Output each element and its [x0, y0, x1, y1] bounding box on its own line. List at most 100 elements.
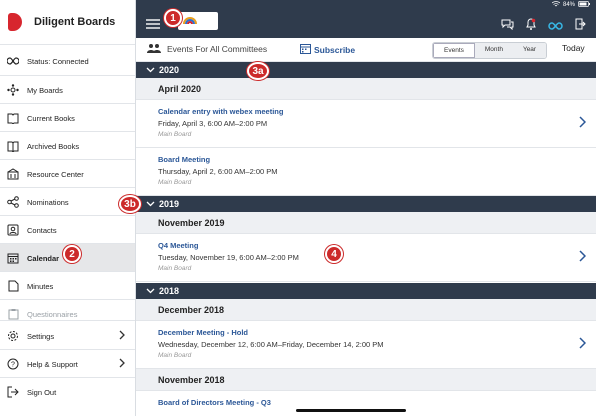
infinity-icon — [7, 55, 19, 67]
battery-icon — [578, 1, 590, 9]
event-board: Main Board — [158, 265, 192, 272]
wifi-icon — [551, 1, 561, 9]
gear-icon — [7, 330, 19, 342]
sidebar-item-resource-center[interactable]: Resource Center — [0, 160, 135, 188]
month-header: April 2020 — [136, 78, 596, 100]
event-title: Board of Directors Meeting - Q3 — [158, 398, 271, 407]
event-time: Friday, April 3, 6:00 AM–2:00 PM — [158, 119, 268, 128]
sign-out-icon — [7, 386, 19, 398]
sidebar-item-minutes[interactable]: Minutes — [0, 272, 135, 300]
year-header-2020[interactable]: 2020 — [136, 62, 596, 78]
exit-icon[interactable] — [575, 17, 586, 35]
sidebar-item-settings[interactable]: Settings — [0, 322, 135, 350]
view-switcher: Events Month Year — [432, 42, 548, 59]
event-title: Q4 Meeting — [158, 241, 199, 250]
sidebar-item-label: Questionnaires — [27, 309, 78, 319]
sidebar: Diligent Boards Status: Connected My Boa… — [0, 0, 136, 416]
view-year-button[interactable]: Year — [512, 43, 547, 58]
event-title: December Meeting - Hold — [158, 328, 249, 337]
view-events-button[interactable]: Events — [433, 43, 475, 58]
year-header-2019[interactable]: 2019 — [136, 196, 596, 212]
event-row[interactable]: Q4 Meeting Tuesday, November 19, 6:00 AM… — [136, 234, 596, 282]
sidebar-item-label: Resource Center — [27, 169, 84, 179]
year-header-2018[interactable]: 2018 — [136, 283, 596, 299]
sidebar-item-sign-out[interactable]: Sign Out — [0, 378, 135, 406]
connection-infinity-icon[interactable] — [548, 17, 563, 35]
chevron-down-icon — [146, 286, 155, 296]
chat-icon[interactable] — [501, 17, 514, 35]
event-time: Tuesday, November 19, 6:00 AM–2:00 PM — [158, 253, 299, 262]
event-title: Board Meeting — [158, 155, 211, 164]
chevron-right-icon — [119, 330, 125, 342]
sidebar-item-archived-books[interactable]: Archived Books — [0, 132, 135, 160]
bell-icon[interactable] — [526, 17, 536, 35]
chevron-right-icon — [579, 249, 587, 267]
hamburger-menu-icon[interactable] — [146, 16, 160, 34]
app-title: Diligent Boards — [34, 16, 116, 28]
callout-4: 4 — [325, 245, 343, 263]
event-row[interactable]: Board Meeting Thursday, April 2, 6:00 AM… — [136, 148, 596, 196]
chevron-down-icon — [146, 199, 155, 209]
sidebar-item-label: Minutes — [27, 281, 54, 291]
callout-3b: 3b — [119, 195, 141, 213]
sidebar-item-label: Status: Connected — [27, 56, 89, 66]
sidebar-item-current-books[interactable]: Current Books — [0, 104, 135, 132]
help-icon: ? — [7, 358, 19, 370]
calendar-toolbar: Events For All Committees Subscribe Even… — [136, 38, 596, 62]
sidebar-item-label: Current Books — [27, 113, 75, 123]
event-row[interactable]: Board of Directors Meeting - Q3 — [136, 391, 596, 416]
contacts-icon — [7, 224, 19, 236]
chevron-right-icon — [119, 358, 125, 370]
event-time: Wednesday, December 12, 6:00 AM–Friday, … — [158, 340, 384, 349]
organization-logo[interactable] — [178, 12, 218, 30]
chevron-right-icon — [579, 115, 587, 133]
sidebar-item-status[interactable]: Status: Connected — [0, 47, 135, 75]
event-row[interactable]: Calendar entry with webex meeting Friday… — [136, 100, 596, 148]
top-actions — [501, 17, 586, 35]
sidebar-item-help-support[interactable]: ? Help & Support — [0, 350, 135, 378]
chevron-right-icon — [579, 336, 587, 354]
top-bar: 84% — [136, 0, 596, 38]
archive-book-icon — [7, 140, 19, 152]
people-icon — [146, 43, 162, 55]
sidebar-item-label: Settings — [27, 331, 55, 341]
event-time: Thursday, April 2, 6:00 AM–2:00 PM — [158, 167, 278, 176]
calendar-subscribe-icon — [300, 43, 311, 56]
sidebar-item-label: Help & Support — [27, 359, 78, 369]
diligent-logo — [8, 13, 22, 31]
event-board: Main Board — [158, 352, 192, 359]
view-month-button[interactable]: Month — [474, 43, 513, 58]
callout-3a: 3a — [247, 62, 269, 80]
callout-1: 1 — [164, 9, 182, 27]
subscribe-button[interactable]: Subscribe — [300, 43, 355, 56]
event-row[interactable]: December Meeting - Hold Wednesday, Decem… — [136, 321, 596, 369]
events-filter-label: Events For All Committees — [167, 44, 268, 54]
status-indicators: 84% — [551, 1, 590, 9]
year-label: 2018 — [159, 286, 180, 296]
sidebar-item-label: Nominations — [27, 197, 69, 207]
sidebar-item-nominations[interactable]: Nominations — [0, 188, 135, 216]
sidebar-item-my-boards[interactable]: My Boards — [0, 76, 135, 104]
calendar-icon — [7, 252, 19, 264]
callout-2: 2 — [63, 245, 81, 263]
today-button[interactable]: Today — [562, 43, 585, 53]
sidebar-item-label: Sign Out — [27, 387, 57, 397]
sidebar-item-label: Calendar — [27, 253, 60, 263]
subscribe-label: Subscribe — [314, 44, 356, 55]
month-header: December 2018 — [136, 299, 596, 321]
share-icon — [7, 196, 19, 208]
book-icon — [7, 112, 19, 124]
home-indicator[interactable] — [296, 409, 406, 412]
sidebar-header: Diligent Boards — [0, 0, 135, 45]
sidebar-item-contacts[interactable]: Contacts — [0, 216, 135, 244]
battery-percent: 84% — [562, 2, 575, 8]
month-header: November 2019 — [136, 212, 596, 234]
events-for-all-committees[interactable]: Events For All Committees — [146, 43, 267, 55]
event-board: Main Board — [158, 131, 192, 138]
sidebar-item-label: Contacts — [27, 225, 57, 235]
svg-text:?: ? — [11, 362, 15, 369]
clipboard-icon — [7, 308, 19, 320]
year-label: 2020 — [159, 65, 180, 75]
sidebar-item-label: My Boards — [27, 85, 63, 95]
chevron-down-icon — [146, 65, 155, 75]
